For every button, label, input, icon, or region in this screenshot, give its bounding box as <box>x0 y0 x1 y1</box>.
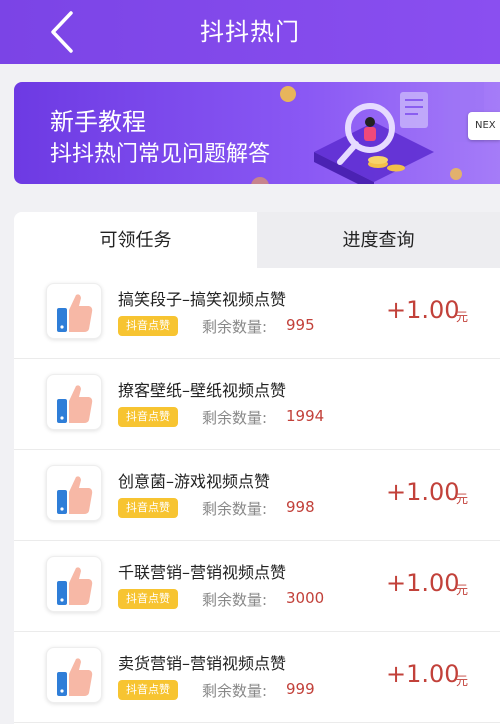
task-row[interactable]: 搞笑段子–搞笑视频点赞 抖音点赞 剩余数量: 995 +1.00 元 <box>14 268 500 359</box>
remaining-count: 999 <box>286 680 315 698</box>
reward-unit: 元 <box>456 492 469 506</box>
thumbs-up-icon <box>46 465 102 521</box>
thumbs-up-icon <box>46 283 102 339</box>
remaining-count: 1994 <box>286 407 325 425</box>
banner-subtitle: 抖抖热门常见问题解答 <box>50 142 271 167</box>
reward-unit: 元 <box>456 310 469 324</box>
thumbs-up-icon <box>46 374 102 430</box>
remaining-label: 剩余数量: <box>202 682 268 700</box>
reward-unit: 元 <box>456 583 469 597</box>
thumbs-up-icon <box>46 647 102 703</box>
remaining-label: 剩余数量: <box>202 318 268 336</box>
remaining-count: 3000 <box>286 589 325 607</box>
task-row[interactable]: 撩客壁纸–壁纸视频点赞 抖音点赞 剩余数量: 1994 <box>14 359 500 450</box>
tab-available-tasks[interactable]: 可领任务 <box>14 212 257 268</box>
remaining-label: 剩余数量: <box>202 409 268 427</box>
page-title: 抖抖热门 <box>200 18 300 46</box>
tutorial-banner[interactable]: 新手教程 抖抖热门常见问题解答 <box>14 82 500 184</box>
reward-unit: 元 <box>456 674 469 688</box>
task-tabs: 可领任务 进度查询 <box>14 212 500 268</box>
task-tag-badge: 抖音点赞 <box>118 498 178 518</box>
task-tag-badge: 抖音点赞 <box>118 407 178 427</box>
task-tag-badge: 抖音点赞 <box>118 680 178 700</box>
thumbs-up-icon <box>46 556 102 612</box>
remaining-count: 998 <box>286 498 315 516</box>
task-name: 撩客壁纸–壁纸视频点赞 <box>118 381 287 400</box>
reward-amount: +1.00 <box>386 660 460 688</box>
task-name: 卖货营销–营销视频点赞 <box>118 654 287 673</box>
banner-next-button[interactable]: NEX <box>468 112 500 140</box>
task-name: 搞笑段子–搞笑视频点赞 <box>118 290 287 309</box>
banner-title: 新手教程 <box>50 108 146 136</box>
task-name: 千联营销–营销视频点赞 <box>118 563 287 582</box>
task-name: 创意菌–游戏视频点赞 <box>118 472 271 491</box>
task-tag-badge: 抖音点赞 <box>118 316 178 336</box>
reward-amount: +1.00 <box>386 296 460 324</box>
task-row[interactable]: 卖货营销–营销视频点赞 抖音点赞 剩余数量: 999 +1.00 元 <box>14 632 500 723</box>
top-bar: 抖抖热门 <box>0 0 500 64</box>
tab-progress-query[interactable]: 进度查询 <box>257 212 500 268</box>
task-tag-badge: 抖音点赞 <box>118 589 178 609</box>
remaining-label: 剩余数量: <box>202 500 268 518</box>
task-row[interactable]: 创意菌–游戏视频点赞 抖音点赞 剩余数量: 998 +1.00 元 <box>14 450 500 541</box>
task-panel: 可领任务 进度查询 搞笑段子–搞笑视频点赞 抖音点赞 剩余数量: 995 +1.… <box>14 212 500 724</box>
reward-amount: +1.00 <box>386 478 460 506</box>
reward-amount: +1.00 <box>386 569 460 597</box>
remaining-count: 995 <box>286 316 315 334</box>
task-list: 搞笑段子–搞笑视频点赞 抖音点赞 剩余数量: 995 +1.00 元 撩客壁纸–… <box>14 268 500 723</box>
task-row[interactable]: 千联营销–营销视频点赞 抖音点赞 剩余数量: 3000 +1.00 元 <box>14 541 500 632</box>
remaining-label: 剩余数量: <box>202 591 268 609</box>
